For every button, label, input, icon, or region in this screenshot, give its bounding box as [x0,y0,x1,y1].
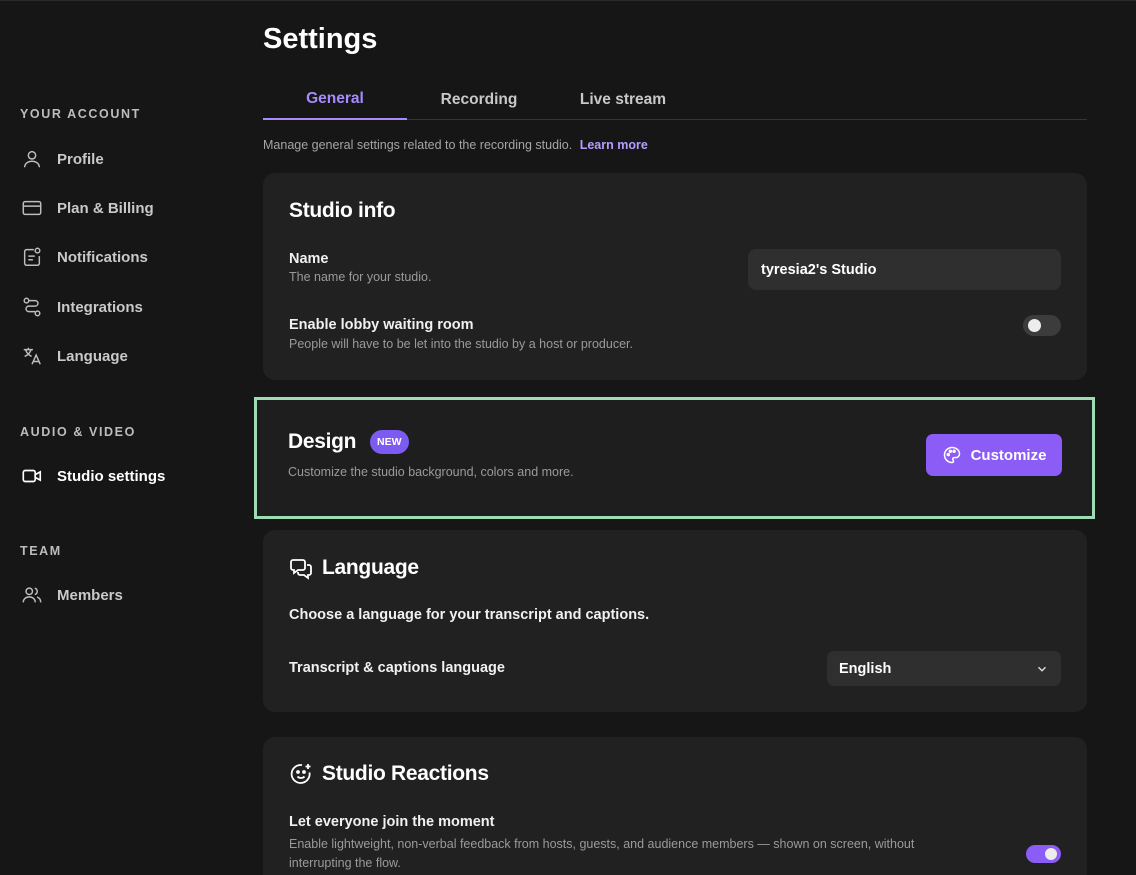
language-title: Language [322,556,419,579]
select-value: English [839,660,892,677]
sidebar: YOUR ACCOUNT Profile Plan & Billing Noti… [0,1,240,875]
sidebar-item-studio-settings[interactable]: Studio settings [20,463,220,489]
lobby-sub: People will have to be let into the stud… [289,337,633,351]
reactions-sub-line2: interrupting the flow. [289,856,401,870]
users-icon [20,583,44,607]
captions-language-label: Transcript & captions language [289,660,505,676]
tab-bar: General Recording Live stream [263,79,1087,120]
reactions-label: Let everyone join the moment [289,814,495,830]
customize-button[interactable]: Customize [926,434,1062,476]
name-sub: The name for your studio. [289,270,432,284]
tab-live-stream[interactable]: Live stream [551,79,695,120]
sidebar-item-label: Notifications [57,248,148,266]
studio-info-card: Studio info Name The name for your studi… [263,173,1087,380]
lobby-toggle[interactable] [1023,315,1061,336]
credit-card-icon [20,196,44,220]
reactions-toggle[interactable] [1026,845,1061,863]
tab-recording[interactable]: Recording [407,79,551,120]
sidebar-item-label: Language [57,347,128,365]
design-card: Design NEW Customize the studio backgrou… [254,397,1095,519]
page-title: Settings [263,23,378,55]
language-card: Language Choose a language for your tran… [263,530,1087,712]
sidebar-item-language[interactable]: Language [20,343,220,369]
toggle-knob [1045,848,1057,860]
section-heading-audio-video: AUDIO & VIDEO [20,425,136,439]
toggle-knob [1028,319,1041,332]
page-description-text: Manage general settings related to the r… [263,138,573,152]
chevron-down-icon [1038,666,1046,672]
sidebar-item-label: Integrations [57,298,143,316]
smiley-sparkle-icon [289,762,313,786]
sidebar-item-label: Studio settings [57,467,166,485]
learn-more-link[interactable]: Learn more [580,138,648,152]
notification-icon [20,245,44,269]
studio-name-input[interactable] [748,249,1061,290]
lobby-label: Enable lobby waiting room [289,317,474,333]
reactions-sub-line1: Enable lightweight, non-verbal feedback … [289,837,915,851]
studio-reactions-card: Studio Reactions Let everyone join the m… [263,737,1087,875]
page-description: Manage general settings related to the r… [263,138,648,152]
name-label: Name [289,251,329,267]
sidebar-item-profile[interactable]: Profile [20,146,220,172]
app-root: YOUR ACCOUNT Profile Plan & Billing Noti… [0,0,1136,875]
translate-icon [20,344,44,368]
design-sub: Customize the studio background, colors … [288,465,574,479]
studio-info-title: Studio info [289,199,396,222]
chat-bubbles-icon [289,556,313,580]
sidebar-item-members[interactable]: Members [20,582,220,608]
sidebar-item-label: Profile [57,150,104,168]
language-intro: Choose a language for your transcript an… [289,607,650,623]
captions-language-select[interactable]: English [827,651,1061,686]
sidebar-item-integrations[interactable]: Integrations [20,294,220,320]
user-icon [20,147,44,171]
sidebar-item-notifications[interactable]: Notifications [20,244,220,270]
section-heading-your-account: YOUR ACCOUNT [20,107,141,121]
sidebar-item-label: Members [57,586,123,604]
design-title: Design [288,430,357,453]
customize-label: Customize [970,446,1047,464]
reactions-title: Studio Reactions [322,762,489,785]
sidebar-item-label: Plan & Billing [57,199,154,217]
sidebar-item-plan-billing[interactable]: Plan & Billing [20,195,220,221]
section-heading-team: TEAM [20,544,62,558]
new-badge: NEW [370,430,409,454]
palette-icon [943,446,960,464]
integrations-icon [20,295,44,319]
video-camera-icon [20,464,44,488]
tab-general[interactable]: General [263,79,407,120]
